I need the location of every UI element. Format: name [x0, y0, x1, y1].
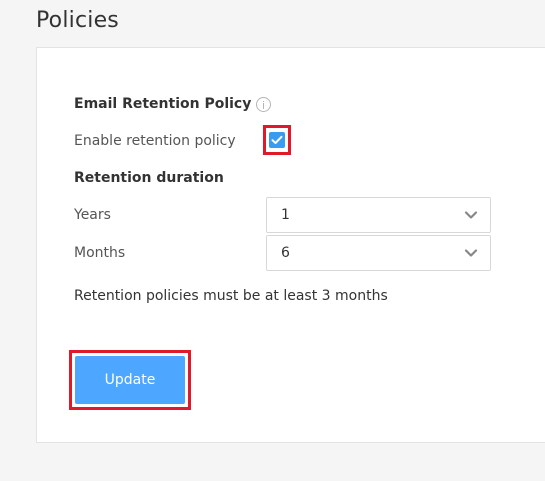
checkmark-icon [271, 135, 283, 144]
retention-duration-title: Retention duration [74, 170, 224, 186]
enable-retention-label: Enable retention policy [74, 133, 236, 149]
chevron-down-icon [464, 211, 478, 219]
section-title: Email Retention Policy [74, 96, 252, 112]
page-title: Policies [36, 8, 119, 33]
checkbox-highlight [263, 125, 291, 155]
button-highlight: Update [69, 350, 191, 410]
months-label: Months [74, 245, 126, 261]
months-select[interactable]: 6 [266, 235, 491, 271]
update-button[interactable]: Update [75, 356, 185, 404]
section-header: Email Retention Policy [74, 96, 272, 112]
info-icon[interactable] [256, 96, 272, 112]
years-label: Years [74, 207, 111, 223]
months-value: 6 [281, 245, 290, 261]
retention-note: Retention policies must be at least 3 mo… [74, 288, 388, 304]
enable-retention-checkbox[interactable] [269, 132, 285, 148]
years-value: 1 [281, 207, 290, 223]
years-select[interactable]: 1 [266, 197, 491, 233]
chevron-down-icon [464, 249, 478, 257]
